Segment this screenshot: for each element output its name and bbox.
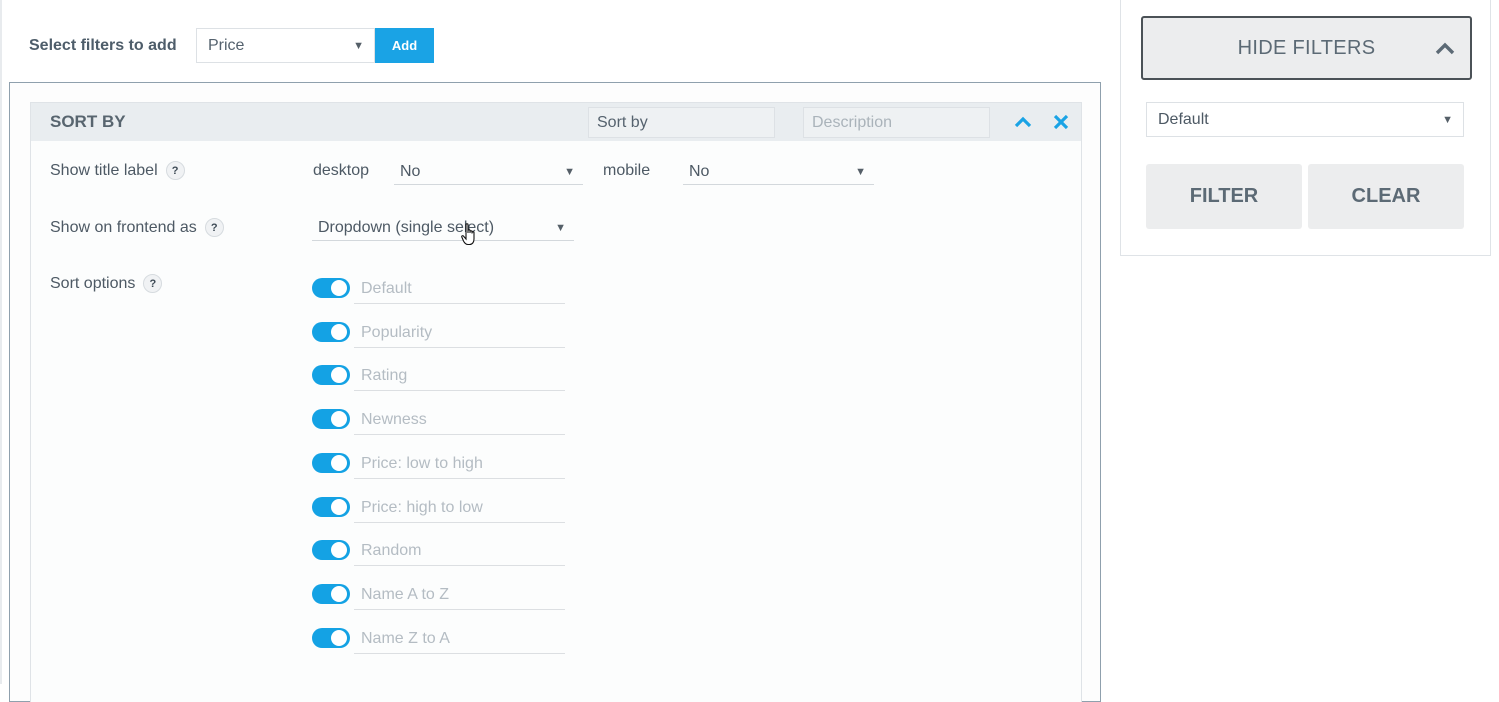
hide-filters-label: HIDE FILTERS bbox=[1237, 36, 1376, 59]
sort-option-row: Newness bbox=[312, 409, 565, 435]
add-filter-label: Select filters to add bbox=[29, 36, 177, 54]
sort-option-row: Random bbox=[312, 540, 565, 566]
preview-sidebar: HIDE FILTERS Default ▼ FILTER CLEAR bbox=[1120, 0, 1491, 256]
dropdown-caret-icon: ▼ bbox=[353, 39, 364, 52]
show-title-label-text: Show title label bbox=[50, 161, 158, 179]
filter-type-select[interactable]: Price ▼ bbox=[196, 28, 375, 63]
filter-button[interactable]: FILTER bbox=[1146, 164, 1302, 229]
dropdown-caret-icon: ▼ bbox=[1442, 113, 1453, 126]
filter-card-header: SORT BY Sort by Description bbox=[31, 103, 1081, 141]
frontend-display-select[interactable]: Dropdown (single select) ▼ bbox=[312, 215, 574, 241]
sort-option-label-input[interactable]: Name Z to A bbox=[354, 628, 565, 654]
sort-option-toggle[interactable] bbox=[312, 409, 350, 429]
sort-options-label-text: Sort options bbox=[50, 274, 136, 292]
mobile-label: mobile bbox=[603, 162, 651, 179]
desktop-title-value: No bbox=[400, 162, 421, 180]
sort-option-label-input[interactable]: Random bbox=[354, 540, 565, 566]
sort-select-value: Default bbox=[1158, 110, 1209, 128]
sort-option-label-input[interactable]: Popularity bbox=[354, 322, 565, 348]
sort-option-row: Popularity bbox=[312, 322, 565, 348]
help-icon[interactable]: ? bbox=[204, 218, 224, 237]
sort-option-label-input[interactable]: Price: high to low bbox=[354, 497, 565, 523]
chevron-up-icon bbox=[1435, 42, 1455, 55]
sort-option-row: Name A to Z bbox=[312, 584, 565, 610]
mobile-title-value: No bbox=[689, 162, 710, 180]
filter-card-title: SORT BY bbox=[50, 112, 126, 131]
filter-type-value: Price bbox=[208, 36, 245, 54]
desktop-label: desktop bbox=[313, 162, 370, 179]
sort-option-row: Name Z to A bbox=[312, 628, 565, 654]
sort-option-toggle[interactable] bbox=[312, 278, 350, 298]
sort-options-row: Sort options ? bbox=[50, 274, 163, 293]
sort-option-label-input[interactable]: Default bbox=[354, 278, 565, 304]
sort-option-toggle[interactable] bbox=[312, 365, 350, 385]
sort-option-label-input[interactable]: Rating bbox=[354, 365, 565, 391]
sort-option-row: Default bbox=[312, 278, 565, 304]
sort-option-toggle[interactable] bbox=[312, 628, 350, 648]
sort-option-row: Rating bbox=[312, 365, 565, 391]
sort-option-label-input[interactable]: Newness bbox=[354, 409, 565, 435]
sort-option-row: Price: low to high bbox=[312, 453, 565, 479]
filter-name-input[interactable]: Sort by bbox=[588, 107, 775, 138]
show-title-label-row: Show title label ? bbox=[50, 161, 185, 180]
dropdown-caret-icon: ▼ bbox=[555, 221, 566, 234]
remove-filter-close-icon[interactable] bbox=[1052, 113, 1070, 131]
dropdown-caret-icon: ▼ bbox=[564, 165, 575, 178]
sort-option-toggle[interactable] bbox=[312, 540, 350, 560]
desktop-title-select[interactable]: No ▼ bbox=[394, 159, 583, 185]
dropdown-caret-icon: ▼ bbox=[855, 165, 866, 178]
filter-description-input[interactable]: Description bbox=[803, 107, 990, 138]
hand-cursor-icon bbox=[461, 223, 475, 246]
filters-panel: SORT BY Sort by Description Show title l… bbox=[9, 82, 1101, 702]
mobile-title-select[interactable]: No ▼ bbox=[683, 159, 874, 185]
sort-option-toggle[interactable] bbox=[312, 497, 350, 517]
sort-option-toggle[interactable] bbox=[312, 584, 350, 604]
sort-option-label-input[interactable]: Name A to Z bbox=[354, 584, 565, 610]
sort-option-toggle[interactable] bbox=[312, 322, 350, 342]
sort-by-filter-card: SORT BY Sort by Description Show title l… bbox=[30, 102, 1082, 702]
sort-option-toggle[interactable] bbox=[312, 453, 350, 473]
sort-option-label-input[interactable]: Price: low to high bbox=[354, 453, 565, 479]
window-edge bbox=[0, 0, 2, 684]
show-frontend-row: Show on frontend as ? bbox=[50, 218, 224, 237]
collapse-chevron-up-icon[interactable] bbox=[1014, 113, 1032, 131]
show-frontend-label-text: Show on frontend as bbox=[50, 218, 197, 236]
help-icon[interactable]: ? bbox=[165, 161, 185, 180]
help-icon[interactable]: ? bbox=[143, 274, 163, 293]
sort-select[interactable]: Default ▼ bbox=[1146, 102, 1464, 137]
add-filter-button[interactable]: Add bbox=[375, 28, 434, 63]
clear-button[interactable]: CLEAR bbox=[1308, 164, 1464, 229]
hide-filters-button[interactable]: HIDE FILTERS bbox=[1141, 16, 1472, 80]
add-filter-bar: Select filters to add Price ▼ Add bbox=[29, 28, 434, 63]
sort-option-row: Price: high to low bbox=[312, 497, 565, 523]
